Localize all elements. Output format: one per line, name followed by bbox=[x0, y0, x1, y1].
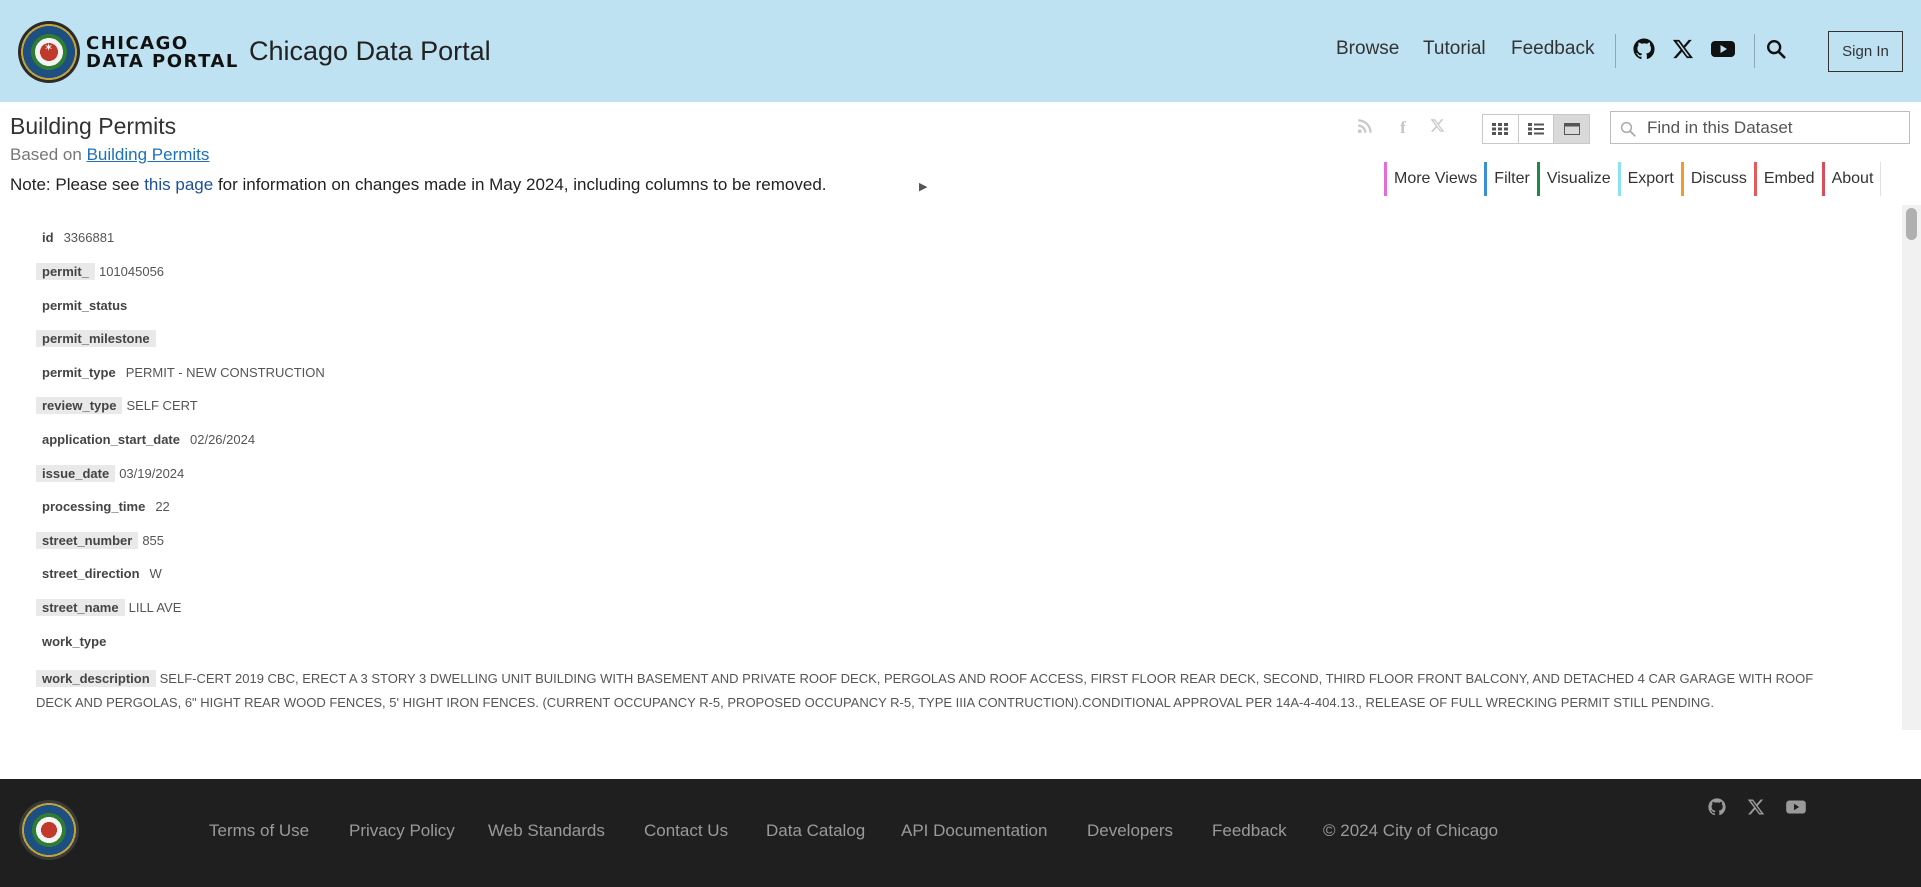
field-value: W bbox=[149, 566, 162, 581]
field-label: street_name bbox=[36, 599, 125, 616]
scrollbar-thumb[interactable] bbox=[1906, 208, 1917, 240]
field-label: issue_date bbox=[36, 465, 116, 482]
field-row: permit_type PERMIT - NEW CONSTRUCTION bbox=[36, 365, 325, 380]
single-row-view-icon[interactable] bbox=[1554, 115, 1590, 143]
field-label: work_description bbox=[36, 670, 156, 687]
portal-logo-text[interactable]: CHICAGO DATA PORTAL bbox=[86, 35, 239, 71]
field-label: street_direction bbox=[42, 566, 140, 581]
field-value: 02/26/2024 bbox=[190, 432, 256, 447]
field-value: 03/19/2024 bbox=[119, 466, 185, 481]
city-seal-logo[interactable] bbox=[19, 800, 79, 860]
search-icon[interactable] bbox=[1765, 38, 1791, 64]
x-icon[interactable] bbox=[1426, 117, 1448, 139]
record-view: id 3366881 permit_ 101045056 permit_status… bbox=[0, 210, 1902, 730]
field-label: work_type bbox=[42, 634, 107, 649]
field-row: application_start_date 02/26/2024 bbox=[36, 432, 255, 447]
field-row: permit_ 101045056 bbox=[36, 263, 165, 280]
grid-view-icon[interactable] bbox=[1483, 115, 1519, 143]
github-icon[interactable] bbox=[1633, 38, 1659, 64]
filter-button[interactable]: Filter bbox=[1484, 162, 1537, 196]
footer-link-developers[interactable]: Developers bbox=[1087, 821, 1173, 841]
city-seal-logo[interactable]: ✶ bbox=[18, 21, 80, 83]
footer-link-web-standards[interactable]: Web Standards bbox=[488, 821, 605, 841]
field-label: permit_ bbox=[36, 263, 95, 280]
footer-link-api-docs[interactable]: API Documentation bbox=[901, 821, 1047, 841]
note-prefix: Note: Please see bbox=[10, 175, 140, 194]
x-icon[interactable] bbox=[1747, 798, 1769, 820]
footer-link-privacy[interactable]: Privacy Policy bbox=[349, 821, 455, 841]
field-row: work_type bbox=[36, 634, 116, 649]
note-suffix: for information on changes made in May 2… bbox=[217, 175, 827, 194]
field-row: street_name LILL AVE bbox=[36, 599, 182, 616]
view-mode-toggle bbox=[1482, 114, 1590, 144]
sign-in-button[interactable]: Sign In bbox=[1828, 31, 1903, 72]
note-link[interactable]: this page bbox=[144, 175, 213, 194]
field-value: LILL AVE bbox=[128, 600, 182, 615]
logo-line-2: DATA PORTAL bbox=[86, 51, 239, 72]
nav-divider bbox=[1754, 34, 1755, 68]
x-icon[interactable] bbox=[1672, 38, 1698, 64]
field-label: review_type bbox=[36, 397, 123, 414]
nav-tutorial[interactable]: Tutorial bbox=[1423, 38, 1486, 60]
field-label: permit_milestone bbox=[36, 330, 156, 347]
field-row: street_number 855 bbox=[36, 532, 165, 549]
nav-feedback[interactable]: Feedback bbox=[1511, 38, 1594, 60]
site-header: ✶ CHICAGO DATA PORTAL Chicago Data Porta… bbox=[0, 0, 1921, 102]
work-description-value: SELF-CERT 2019 CBC, ERECT A 3 STORY 3 DW… bbox=[36, 671, 1814, 710]
based-on-label: Based on bbox=[10, 145, 82, 164]
based-on-link[interactable]: Building Permits bbox=[87, 145, 210, 164]
export-button[interactable]: Export bbox=[1617, 162, 1681, 196]
field-row: permit_status bbox=[36, 298, 137, 313]
site-footer: Terms of Use Privacy Policy Web Standard… bbox=[0, 779, 1921, 887]
discuss-button[interactable]: Discuss bbox=[1680, 162, 1754, 196]
visualize-button[interactable]: Visualize bbox=[1536, 162, 1618, 196]
field-value: PERMIT - NEW CONSTRUCTION bbox=[125, 365, 325, 380]
dataset-title: Building Permits bbox=[10, 113, 177, 139]
footer-link-feedback[interactable]: Feedback bbox=[1212, 821, 1287, 841]
field-label: processing_time bbox=[42, 499, 146, 514]
site-title[interactable]: Chicago Data Portal bbox=[249, 36, 491, 67]
dataset-search-input[interactable] bbox=[1647, 116, 1902, 140]
embed-button[interactable]: Embed bbox=[1753, 162, 1822, 196]
field-label: street_number bbox=[36, 532, 139, 549]
nav-browse[interactable]: Browse bbox=[1336, 38, 1399, 60]
field-value: 101045056 bbox=[98, 264, 165, 279]
footer-link-data-catalog[interactable]: Data Catalog bbox=[766, 821, 865, 841]
list-view-icon[interactable] bbox=[1519, 115, 1555, 143]
field-row: permit_milestone bbox=[36, 330, 160, 347]
dataset-search-box bbox=[1610, 111, 1910, 144]
caret-right-icon[interactable]: ▶ bbox=[919, 180, 927, 193]
record-scrollbar[interactable] bbox=[1902, 205, 1921, 730]
github-icon[interactable] bbox=[1708, 798, 1730, 820]
rss-icon[interactable] bbox=[1354, 117, 1376, 139]
field-label: permit_status bbox=[42, 298, 128, 313]
field-row: processing_time 22 bbox=[36, 499, 170, 514]
field-label: permit_type bbox=[42, 365, 116, 380]
copyright: © 2024 City of Chicago bbox=[1323, 821, 1499, 840]
work-description-row: work_description SELF-CERT 2019 CBC, EREC… bbox=[36, 667, 1846, 715]
field-row: issue_date 03/19/2024 bbox=[36, 465, 185, 482]
field-value: 3366881 bbox=[63, 230, 115, 245]
field-row: id 3366881 bbox=[36, 230, 114, 245]
field-value: 855 bbox=[142, 533, 165, 548]
field-row: street_direction W bbox=[36, 566, 162, 581]
about-button[interactable]: About bbox=[1821, 162, 1882, 196]
based-on: Based on Building Permits bbox=[10, 145, 209, 165]
nav-divider bbox=[1615, 34, 1616, 68]
field-label: application_start_date bbox=[42, 432, 180, 447]
footer-link-terms[interactable]: Terms of Use bbox=[209, 821, 309, 841]
youtube-icon[interactable] bbox=[1710, 38, 1736, 64]
footer-link-contact[interactable]: Contact Us bbox=[644, 821, 728, 841]
field-value: SELF CERT bbox=[126, 398, 198, 413]
search-icon bbox=[1620, 121, 1636, 137]
facebook-icon[interactable]: f bbox=[1392, 117, 1414, 139]
field-label: id bbox=[42, 230, 54, 245]
dataset-action-bar: More Views Filter Visualize Export Discu… bbox=[1384, 162, 1882, 196]
field-value: 22 bbox=[155, 499, 170, 514]
more-views-button[interactable]: More Views bbox=[1384, 162, 1485, 196]
dataset-note: Note: Please see this page for informati… bbox=[10, 175, 827, 195]
field-row: review_type SELF CERT bbox=[36, 397, 198, 414]
youtube-icon[interactable] bbox=[1785, 798, 1807, 820]
